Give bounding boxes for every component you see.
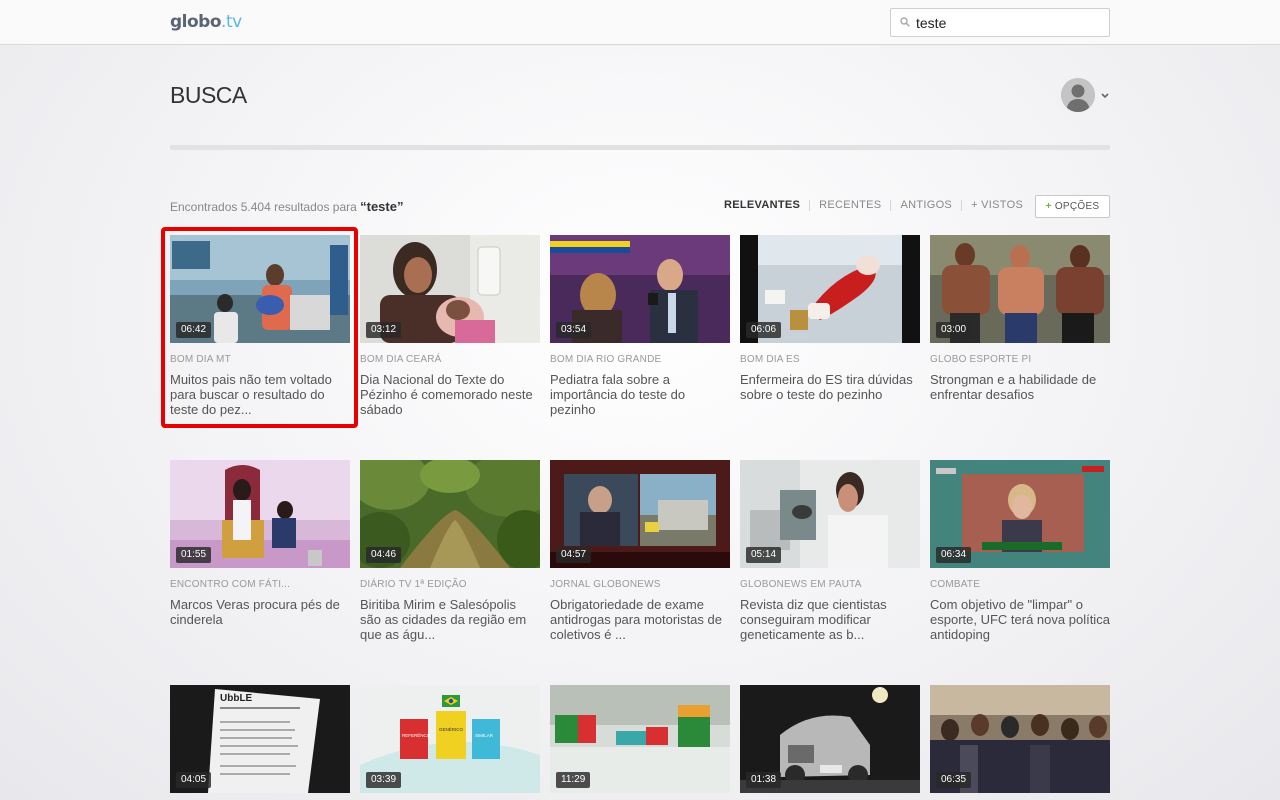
user-silhouette-icon (1061, 78, 1095, 112)
program-name[interactable]: ENCONTRO COM FÁTI... (170, 579, 290, 590)
options-button[interactable]: + OPÇÕES (1035, 195, 1110, 218)
video-thumbnail[interactable]: 01:55 (170, 460, 350, 568)
logo-tv: tv (225, 12, 242, 32)
program-name[interactable]: DIÁRIO TV 1ª EDIÇÃO (360, 579, 467, 590)
video-duration: 03:00 (936, 322, 972, 338)
video-duration: 03:12 (366, 322, 402, 338)
video-title[interactable]: Com objetivo de "limpar" o esporte, UFC … (930, 597, 1110, 642)
tab-antigos[interactable]: ANTIGOS (900, 199, 952, 211)
video-duration: 01:38 (746, 772, 782, 788)
video-thumbnail[interactable]: REFERÊNCIA GENÉRICO SIMILAR 03:39 (360, 685, 540, 793)
page-title: BUSCA (170, 82, 247, 108)
program-name[interactable]: GLOBONEWS EM PAUTA (740, 579, 862, 590)
top-bar: globo.tv (0, 0, 1280, 45)
tab-mais-vistos[interactable]: + VISTOS (971, 199, 1023, 211)
program-name[interactable]: BOM DIA RIO GRANDE (550, 354, 661, 365)
program-name[interactable]: BOM DIA MT (170, 354, 231, 365)
video-title[interactable]: Enfermeira do ES tira dúvidas sobre o te… (740, 372, 920, 402)
logo-text: globo (170, 12, 222, 32)
video-title[interactable]: Pediatra fala sobre a importância do tes… (550, 372, 730, 417)
video-thumbnail[interactable]: UbbLE 04:05 (170, 685, 350, 793)
program-name[interactable]: JORNAL GLOBONEWS (550, 579, 661, 590)
options-label: OPÇÕES (1054, 201, 1100, 212)
video-thumbnail[interactable]: 03:00 (930, 235, 1110, 343)
video-duration: 05:14 (746, 547, 782, 563)
video-duration: 04:05 (176, 772, 212, 788)
tab-separator (809, 199, 811, 211)
video-thumbnail[interactable]: 03:54 (550, 235, 730, 343)
program-name[interactable]: BOM DIA CEARÁ (360, 354, 442, 365)
video-thumbnail[interactable]: 03:12 (360, 235, 540, 343)
results-query: “teste” (360, 199, 404, 214)
tab-recentes[interactable]: RECENTES (819, 199, 881, 211)
tab-relevantes[interactable]: RELEVANTES (724, 199, 800, 211)
box-label-referencia: REFERÊNCIA (402, 731, 431, 738)
results-summary: Encontrados 5.404 resultados para “teste… (170, 199, 403, 214)
document-heading: UbbLE (220, 693, 253, 704)
program-name[interactable]: GLOBO ESPORTE PI (930, 354, 1031, 365)
video-duration: 03:39 (366, 772, 402, 788)
search-input[interactable] (916, 14, 1104, 32)
video-duration: 04:46 (366, 547, 402, 563)
video-thumbnail[interactable]: 04:46 (360, 460, 540, 568)
video-duration: 06:34 (936, 547, 972, 563)
video-duration: 06:35 (936, 772, 972, 788)
video-title[interactable]: Strongman e a habilidade de enfrentar de… (930, 372, 1110, 402)
search-icon (900, 17, 910, 27)
divider (170, 145, 1110, 150)
video-duration: 11:29 (556, 772, 591, 788)
video-duration: 04:57 (556, 547, 592, 563)
video-thumbnail[interactable]: 04:57 (550, 460, 730, 568)
box-label-generico: GENÉRICO (439, 726, 464, 732)
video-thumbnail[interactable]: 06:06 (740, 235, 920, 343)
video-duration: 06:42 (176, 322, 212, 338)
video-title[interactable]: Marcos Veras procura pés de cinderela (170, 597, 350, 627)
plus-icon: + (1045, 201, 1052, 212)
globo-tv-logo[interactable]: globo.tv (170, 12, 242, 32)
tab-separator (890, 199, 892, 211)
program-name[interactable]: BOM DIA ES (740, 354, 800, 365)
video-thumbnail[interactable]: 06:42 (170, 235, 350, 343)
video-thumbnail[interactable]: 05:14 (740, 460, 920, 568)
video-duration: 01:55 (176, 547, 212, 563)
search-box[interactable] (890, 8, 1110, 37)
video-title[interactable]: Revista diz que cientistas conseguiram m… (740, 597, 920, 642)
user-avatar[interactable] (1061, 78, 1095, 112)
video-thumbnail[interactable]: 06:35 (930, 685, 1110, 793)
video-thumbnail[interactable]: 06:34 (930, 460, 1110, 568)
box-label-similar: SIMILAR (475, 733, 494, 738)
video-title[interactable]: Biritiba Mirim e Salesópolis são as cida… (360, 597, 540, 642)
video-thumbnail[interactable]: 11:29 (550, 685, 730, 793)
video-title[interactable]: Muitos pais não tem voltado para buscar … (170, 372, 350, 417)
chevron-down-icon[interactable] (1100, 92, 1110, 100)
results-count-text: Encontrados 5.404 resultados para (170, 200, 361, 214)
video-duration: 06:06 (746, 322, 782, 338)
video-title[interactable]: Obrigatoriedade de exame antidrogas para… (550, 597, 730, 642)
video-thumbnail[interactable]: 01:38 (740, 685, 920, 793)
program-name[interactable]: COMBATE (930, 579, 980, 590)
sort-tabs: RELEVANTES RECENTES ANTIGOS + VISTOS (724, 199, 1023, 211)
tab-separator (961, 199, 963, 211)
video-title[interactable]: Dia Nacional do Texte do Pézinho é comem… (360, 372, 540, 417)
video-duration: 03:54 (556, 322, 592, 338)
